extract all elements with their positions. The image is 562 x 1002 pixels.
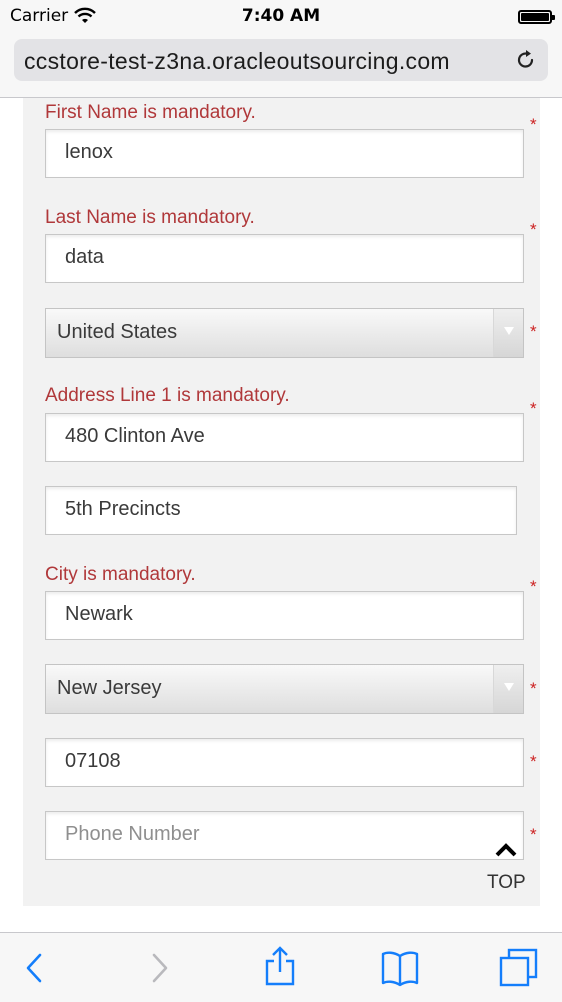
bookmarks-icon[interactable] (380, 949, 420, 987)
state-required-mark: * (530, 679, 537, 698)
clock: 7:40 AM (241, 6, 321, 26)
last-name-input[interactable]: data (45, 234, 524, 283)
last-name-error: Last Name is mandatory. (45, 207, 255, 228)
address-line1-input[interactable]: 480 Clinton Ave (45, 413, 524, 462)
first-name-input[interactable]: lenox (45, 129, 524, 178)
browser-address-bar: ccstore-test-z3na.oracleoutsourcing.com (0, 32, 562, 98)
browser-toolbar (0, 932, 562, 1002)
zip-code-input[interactable]: 07108 (45, 738, 524, 787)
first-name-error: First Name is mandatory. (45, 102, 256, 123)
battery-icon (518, 10, 555, 24)
share-icon[interactable] (260, 945, 300, 987)
back-icon[interactable] (16, 951, 56, 985)
reload-icon[interactable] (514, 48, 538, 72)
first-name-required-mark: * (530, 115, 537, 134)
page-content: First Name is mandatory. * lenox Last Na… (0, 98, 562, 932)
status-bar: Carrier 7:40 AM (0, 0, 562, 32)
city-required-mark: * (530, 577, 537, 596)
address1-error: Address Line 1 is mandatory. (45, 385, 290, 406)
chevron-up-icon (495, 843, 517, 857)
scroll-to-top-button[interactable]: TOP (480, 836, 534, 896)
forward-icon[interactable] (138, 951, 178, 985)
top-label: TOP (487, 872, 526, 893)
tabs-icon[interactable] (498, 947, 538, 987)
country-required-mark: * (530, 322, 537, 341)
state-value: New Jersey (57, 677, 162, 699)
city-error: City is mandatory. (45, 564, 196, 585)
chevron-down-icon (493, 665, 523, 713)
url-field[interactable]: ccstore-test-z3na.oracleoutsourcing.com (14, 39, 548, 81)
country-value: United States (57, 321, 178, 343)
country-select[interactable]: United States (45, 308, 524, 358)
chevron-down-icon (493, 309, 523, 357)
zip-required-mark: * (530, 752, 537, 771)
url-text: ccstore-test-z3na.oracleoutsourcing.com (24, 48, 450, 74)
address1-required-mark: * (530, 399, 537, 418)
city-input[interactable]: Newark (45, 591, 524, 640)
address-line2-input[interactable]: 5th Precincts (45, 486, 517, 535)
phone-number-input[interactable]: Phone Number (45, 811, 524, 860)
address-form-panel: First Name is mandatory. * lenox Last Na… (23, 98, 540, 906)
last-name-required-mark: * (530, 220, 537, 239)
state-select[interactable]: New Jersey (45, 664, 524, 714)
